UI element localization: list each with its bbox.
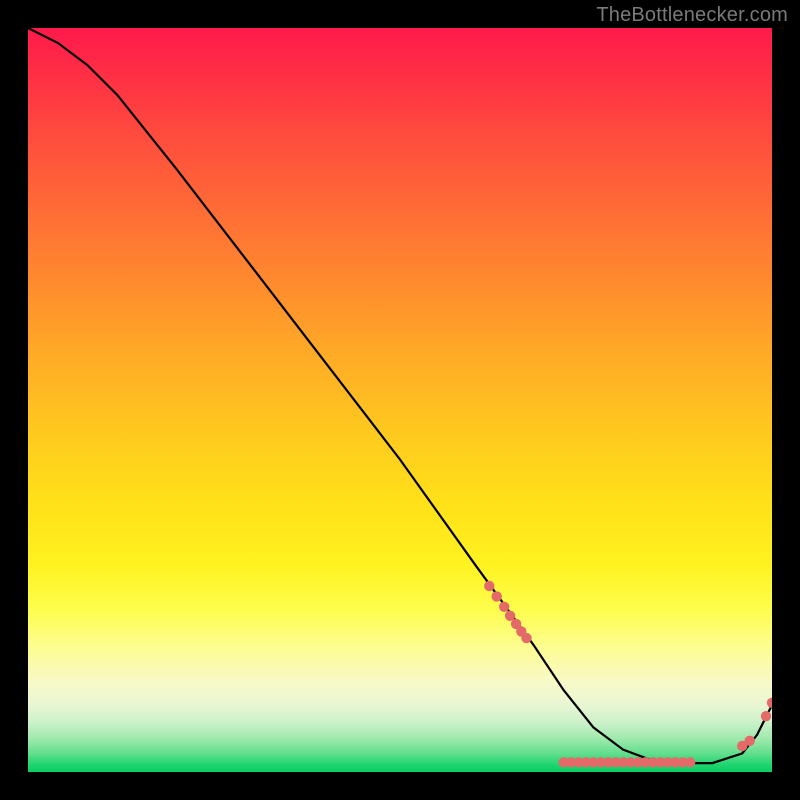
marker-dot — [685, 757, 695, 767]
marker-dot — [492, 591, 502, 601]
markers-group — [484, 581, 772, 768]
chart-svg — [28, 28, 772, 772]
chart-frame: TheBottlenecker.com — [0, 0, 800, 800]
plot-area — [28, 28, 772, 772]
marker-dot — [745, 736, 755, 746]
marker-dot — [484, 581, 494, 591]
marker-dot — [521, 633, 531, 643]
marker-dot — [761, 711, 771, 721]
watermark-label: TheBottlenecker.com — [596, 4, 788, 27]
marker-dot — [499, 602, 509, 612]
curve-path — [28, 28, 772, 763]
marker-dot — [767, 698, 772, 708]
